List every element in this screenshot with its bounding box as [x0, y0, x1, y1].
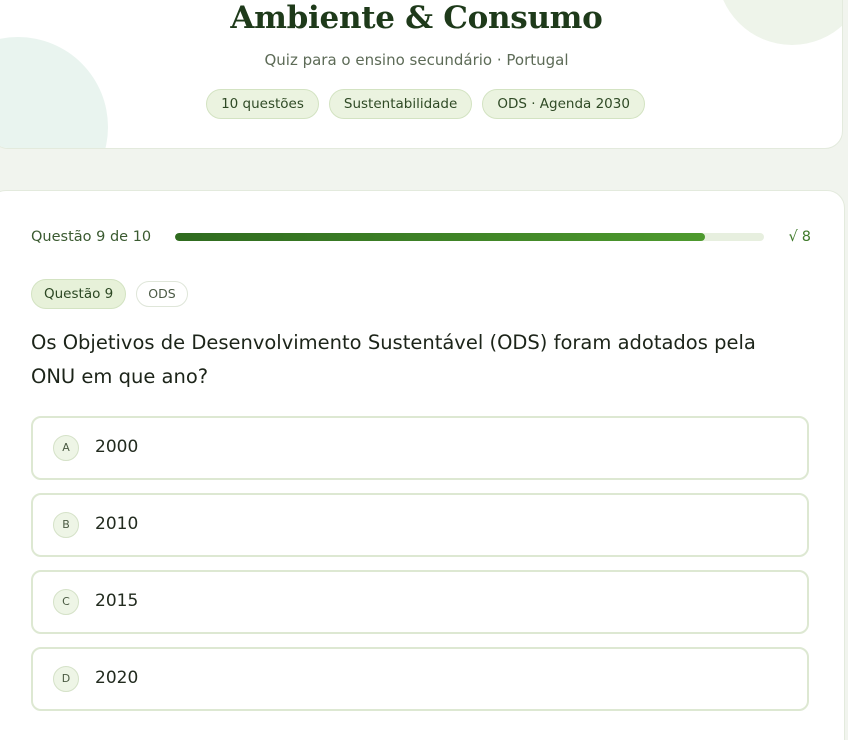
quiz-subtitle: Quiz para o ensino secundário · Portugal: [264, 51, 569, 69]
answer-option-a[interactable]: A 2000: [31, 416, 809, 480]
quiz-tags: 10 questões Sustentabilidade ODS · Agend…: [0, 89, 842, 119]
quiz-title: Ambiente & Consumo: [230, 0, 603, 36]
answer-option-b[interactable]: B 2010: [31, 493, 809, 557]
option-letter-badge: B: [53, 512, 79, 538]
option-text: 2010: [95, 514, 139, 534]
question-text: Os Objetivos de Desenvolvimento Sustentá…: [31, 331, 756, 388]
quiz-header: Ambiente & Consumo Quiz para o ensino se…: [0, 0, 843, 149]
answer-option-d[interactable]: D 2020: [31, 647, 809, 711]
question-topic-badge: ODS: [136, 281, 188, 307]
option-letter-badge: C: [53, 589, 79, 615]
score-value: 8: [801, 229, 811, 245]
question-number-badge: Questão 9: [31, 279, 127, 309]
option-text: 2020: [95, 668, 139, 688]
progress-row: Questão 9 de 10 √ 8: [31, 229, 811, 249]
tag-sustainability: Sustentabilidade: [328, 89, 473, 119]
check-icon: √: [788, 229, 798, 245]
question-card: Questão 9 de 10 √ 8 Questão 9 ODS Os Obje…: [0, 190, 845, 740]
progress-bar-fill: [175, 233, 706, 241]
quiz-page: Ambiente & Consumo Quiz para o ensino se…: [0, 0, 848, 740]
option-letter-badge: D: [53, 666, 79, 692]
answer-options: A 2000 B 2010 C 2015 D 2020: [31, 416, 809, 724]
tag-question-count: 10 questões: [206, 89, 319, 119]
option-letter-badge: A: [53, 435, 79, 461]
tag-ods-agenda: ODS · Agenda 2030: [482, 89, 645, 119]
question-badges: Questão 9 ODS: [31, 279, 188, 309]
option-text: 2000: [95, 437, 139, 457]
option-text: 2015: [95, 591, 139, 611]
score-indicator: √ 8: [789, 229, 811, 245]
answer-option-c[interactable]: C 2015: [31, 570, 809, 634]
progress-label: Questão 9 de 10: [31, 229, 152, 245]
progress-bar: [175, 233, 764, 241]
